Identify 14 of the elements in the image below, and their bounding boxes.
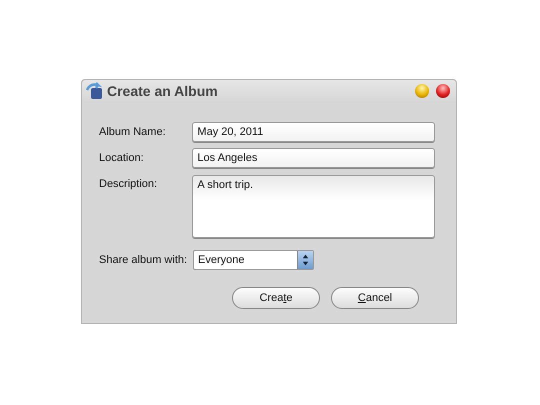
text-field[interactable]: Los Angeles <box>192 148 435 168</box>
app-icon[interactable] <box>86 82 104 100</box>
field-label: Share album with: <box>99 253 188 266</box>
field-label: Location: <box>99 151 145 164</box>
share-dropdown[interactable]: Everyone <box>193 250 314 270</box>
close-button[interactable] <box>436 84 450 98</box>
dialog-button[interactable]: Cancel <box>331 287 419 309</box>
text-field[interactable]: May 20, 2011 <box>192 122 435 142</box>
field-label: Album Name: <box>99 125 167 138</box>
stepper-icon[interactable] <box>297 251 313 269</box>
window-title: Create an Album <box>107 83 218 99</box>
dialog-button[interactable]: Create <box>232 287 320 309</box>
description-field[interactable]: A short trip. <box>192 175 435 238</box>
field-label: Description: <box>99 177 158 190</box>
